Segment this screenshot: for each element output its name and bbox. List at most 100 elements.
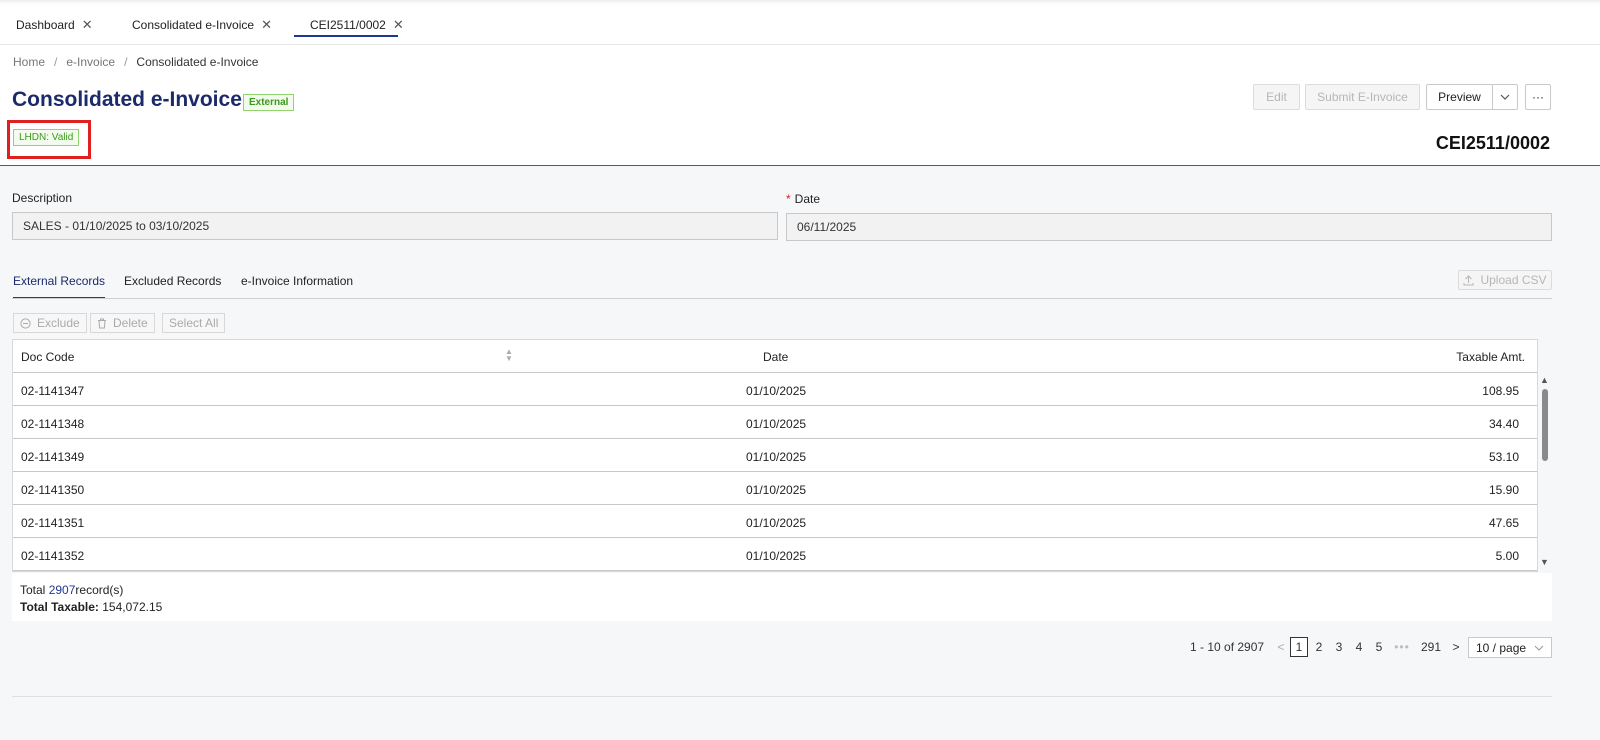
close-icon[interactable]: ✕ xyxy=(82,18,93,31)
page-4-button[interactable]: 4 xyxy=(1350,637,1368,657)
breadcrumb-separator: / xyxy=(54,55,58,69)
doc-code-cell: 02-1141352 xyxy=(21,549,85,563)
date-cell: 01/10/2025 xyxy=(746,483,807,497)
page-2-button[interactable]: 2 xyxy=(1310,637,1328,657)
upload-csv-label: Upload CSV xyxy=(1480,273,1547,287)
subtab-divider xyxy=(12,298,1552,299)
sort-icon[interactable]: ▲ ▼ xyxy=(505,348,513,363)
breadcrumb-e-invoice[interactable]: e-Invoice xyxy=(66,55,115,69)
page-5-button[interactable]: 5 xyxy=(1370,637,1388,657)
page-291-button[interactable]: 291 xyxy=(1419,637,1443,657)
column-taxable-amt[interactable]: Taxable Amt. xyxy=(1456,350,1525,364)
tab-e-invoice-information[interactable]: e-Invoice Information xyxy=(241,274,353,299)
scroll-up-arrow-icon[interactable]: ▲ xyxy=(1540,375,1549,385)
tab-excluded-records[interactable]: Excluded Records xyxy=(124,274,221,299)
date-cell: 01/10/2025 xyxy=(746,549,807,563)
table-scrollbar[interactable]: ▲ ▼ xyxy=(1538,373,1552,569)
doc-code-cell: 02-1141350 xyxy=(21,483,85,497)
column-doc-code[interactable]: Doc Code xyxy=(21,350,74,364)
page-3-button[interactable]: 3 xyxy=(1330,637,1348,657)
scrollbar-thumb[interactable] xyxy=(1542,389,1548,461)
date-cell: 01/10/2025 xyxy=(746,384,807,398)
scroll-down-arrow-icon[interactable]: ▼ xyxy=(1540,557,1549,567)
table-header: Doc Code ▲ ▼ Date Taxable Amt. xyxy=(13,340,1537,373)
next-page-button[interactable]: > xyxy=(1447,637,1465,657)
preview-dropdown-button[interactable] xyxy=(1492,84,1518,110)
page-title: Consolidated e-Invoice xyxy=(12,88,242,111)
date-field[interactable]: 06/11/2025 xyxy=(786,213,1552,241)
more-actions-button[interactable]: ··· xyxy=(1525,84,1551,110)
submit-e-invoice-button[interactable]: Submit E-Invoice xyxy=(1305,84,1420,110)
taxable-cell: 5.00 xyxy=(1495,549,1519,563)
tab-cei2511-0002[interactable]: CEI2511/0002 ✕ xyxy=(294,14,404,37)
breadcrumb-home[interactable]: Home xyxy=(13,55,45,69)
exclude-button[interactable]: Exclude xyxy=(13,313,87,333)
table-row[interactable]: 02-1141351 01/10/2025 47.65 xyxy=(13,505,1537,538)
date-cell: 01/10/2025 xyxy=(746,450,807,464)
tab-label: Consolidated e-Invoice xyxy=(132,18,255,32)
pagination-range: 1 - 10 of 2907 xyxy=(1190,640,1265,654)
breadcrumb: Home / e-Invoice / Consolidated e-Invoice xyxy=(13,55,258,69)
total-records: Total 2907record(s) xyxy=(20,583,123,597)
date-cell: 01/10/2025 xyxy=(746,516,807,530)
select-all-button[interactable]: Select All xyxy=(162,313,226,333)
date-label-text: Date xyxy=(794,192,821,206)
exclude-label: Exclude xyxy=(37,316,80,330)
table-row[interactable]: 02-1141352 01/10/2025 5.00 xyxy=(13,538,1537,571)
upload-icon xyxy=(1463,274,1474,285)
tab-consolidated-e-invoice[interactable]: Consolidated e-Invoice ✕ xyxy=(132,14,272,36)
delete-button[interactable]: Delete xyxy=(90,313,155,333)
lhdn-status-badge: LHDN: Valid xyxy=(13,129,80,146)
tab-bar: Dashboard ✕ Consolidated e-Invoice ✕ CEI… xyxy=(0,0,1600,45)
total-taxable-value: 154,072.15 xyxy=(102,600,163,614)
total-count: 2907 xyxy=(48,583,76,597)
description-label: Description xyxy=(12,191,73,205)
tab-label: CEI2511/0002 xyxy=(310,17,386,32)
edit-button[interactable]: Edit xyxy=(1253,84,1300,110)
taxable-cell: 34.40 xyxy=(1488,417,1519,431)
table-row[interactable]: 02-1141347 01/10/2025 108.95 xyxy=(13,373,1537,406)
table-row[interactable]: 02-1141349 01/10/2025 53.10 xyxy=(13,439,1537,472)
records-table: Doc Code ▲ ▼ Date Taxable Amt. 02-1141347… xyxy=(12,339,1538,572)
description-field[interactable]: SALES - 01/10/2025 to 03/10/2025 xyxy=(12,212,778,240)
breadcrumb-separator: / xyxy=(124,55,128,69)
pagination-ellipsis[interactable]: ••• xyxy=(1391,637,1413,657)
doc-code-cell: 02-1141351 xyxy=(21,516,85,530)
taxable-cell: 108.95 xyxy=(1482,384,1519,398)
taxable-cell: 53.10 xyxy=(1488,450,1519,464)
footer-divider xyxy=(12,696,1552,697)
prev-page-button[interactable]: < xyxy=(1272,637,1290,657)
close-icon[interactable]: ✕ xyxy=(261,18,272,31)
upload-csv-button[interactable]: Upload CSV xyxy=(1458,270,1552,290)
total-taxable: Total Taxable: 154,072.15 xyxy=(20,600,162,614)
document-number: CEI2511/0002 xyxy=(1435,133,1550,153)
table-row[interactable]: 02-1141350 01/10/2025 15.90 xyxy=(13,472,1537,505)
tab-dashboard[interactable]: Dashboard ✕ xyxy=(16,14,93,36)
minus-circle-icon xyxy=(20,317,31,329)
doc-code-cell: 02-1141347 xyxy=(21,384,85,398)
date-label: * Date xyxy=(786,192,820,206)
chevron-down-icon xyxy=(1534,645,1544,651)
table-summary: Total 2907record(s) Total Taxable: 154,0… xyxy=(12,573,1552,621)
required-mark: * xyxy=(786,192,791,206)
taxable-cell: 47.65 xyxy=(1488,516,1519,530)
tab-external-records[interactable]: External Records xyxy=(13,274,106,299)
tab-label: Dashboard xyxy=(16,18,75,32)
doc-code-cell: 02-1141348 xyxy=(21,417,85,431)
column-date[interactable]: Date xyxy=(763,350,788,364)
chevron-down-icon xyxy=(1500,94,1510,100)
delete-label: Delete xyxy=(113,316,148,330)
table-row[interactable]: 02-1141348 01/10/2025 34.40 xyxy=(13,406,1537,439)
preview-button[interactable]: Preview xyxy=(1426,84,1493,110)
total-suffix: record(s) xyxy=(75,583,124,597)
total-taxable-label: Total Taxable: xyxy=(20,600,99,614)
page-size-value: 10 / page xyxy=(1476,640,1527,655)
taxable-cell: 15.90 xyxy=(1488,483,1519,497)
page-size-select[interactable]: 10 / page xyxy=(1468,637,1552,658)
breadcrumb-current: Consolidated e-Invoice xyxy=(136,55,259,69)
close-icon[interactable]: ✕ xyxy=(393,18,404,31)
date-cell: 01/10/2025 xyxy=(746,417,807,431)
total-prefix: Total xyxy=(20,583,46,597)
doc-code-cell: 02-1141349 xyxy=(21,450,85,464)
page-1-button[interactable]: 1 xyxy=(1290,637,1308,657)
